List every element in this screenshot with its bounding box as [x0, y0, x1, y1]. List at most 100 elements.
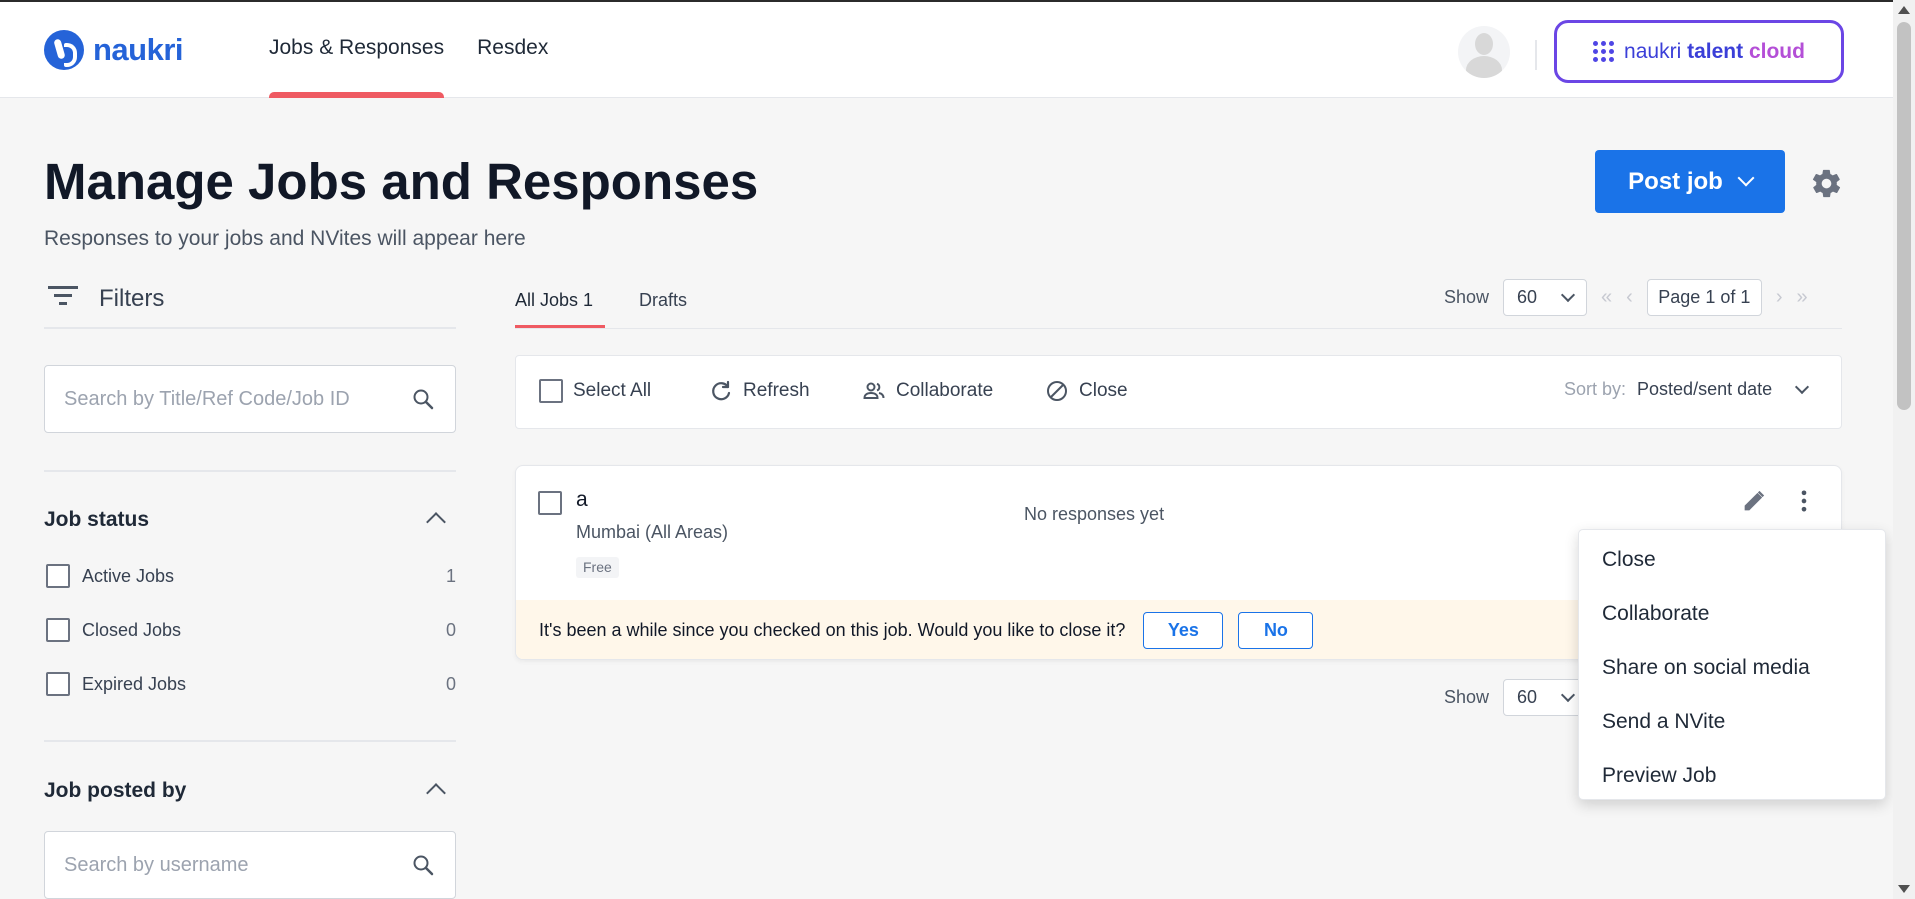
- job-search-placeholder: Search by Title/Ref Code/Job ID: [64, 387, 350, 410]
- main-nav: Jobs & Responses Resdex: [269, 36, 548, 98]
- select-all-label: Select All: [573, 380, 652, 401]
- last-page-icon[interactable]: »: [1797, 286, 1808, 309]
- first-page-icon[interactable]: «: [1601, 286, 1612, 309]
- status-label: Active Jobs: [82, 565, 175, 586]
- select-all-checkbox[interactable]: [539, 379, 563, 403]
- edit-pencil-icon[interactable]: [1740, 487, 1768, 515]
- more-vertical-icon[interactable]: [1790, 487, 1818, 515]
- job-status-title: Job status: [44, 508, 150, 531]
- user-avatar[interactable]: [1458, 26, 1510, 78]
- block-icon: [1047, 381, 1067, 401]
- status-count: 1: [445, 565, 456, 586]
- search-icon[interactable]: [411, 853, 435, 877]
- select-all-control[interactable]: Select All: [539, 379, 651, 403]
- filter-icon: [48, 285, 78, 308]
- checkbox[interactable]: [46, 618, 70, 642]
- vertical-scrollbar[interactable]: [1893, 0, 1915, 899]
- job-checkbox[interactable]: [538, 491, 562, 515]
- checkbox[interactable]: [46, 672, 70, 696]
- refresh-label: Refresh: [743, 380, 810, 401]
- chevron-up-icon[interactable]: [426, 783, 446, 803]
- collaborate-button[interactable]: Collaborate: [862, 379, 993, 403]
- nav-jobs-responses[interactable]: Jobs & Responses: [269, 36, 445, 98]
- menu-item-close[interactable]: Close: [1579, 544, 1885, 598]
- talent-cloud-cloud: cloud: [1748, 39, 1805, 63]
- page-indicator-text: Page 1 of 1: [1658, 287, 1751, 307]
- job-search-input[interactable]: Search by Title/Ref Code/Job ID: [44, 365, 456, 433]
- tab-divider: [515, 328, 1842, 329]
- menu-item-preview-job[interactable]: Preview Job: [1579, 760, 1885, 814]
- scroll-up-icon[interactable]: [1898, 6, 1910, 14]
- job-card-actions: [1740, 487, 1818, 515]
- naukri-logo[interactable]: naukri: [44, 30, 184, 70]
- tab-drafts[interactable]: Drafts: [639, 290, 687, 330]
- logo-text: naukri: [93, 32, 184, 67]
- next-page-icon[interactable]: ›: [1776, 286, 1783, 309]
- settings-gear-icon[interactable]: [1810, 167, 1843, 200]
- menu-item-collaborate[interactable]: Collaborate: [1579, 598, 1885, 652]
- talent-cloud-prefix: naukri: [1624, 39, 1682, 63]
- talent-cloud-button[interactable]: naukri talent cloud: [1554, 20, 1844, 83]
- people-icon: [863, 382, 885, 399]
- nav-resdex[interactable]: Resdex: [477, 36, 548, 60]
- filter-divider: [44, 740, 456, 742]
- chevron-down-icon: [1795, 379, 1810, 395]
- post-job-label: Post job: [1628, 167, 1723, 195]
- job-status-active[interactable]: Active Jobs 1: [46, 563, 456, 589]
- talent-cloud-talent: talent: [1687, 39, 1744, 63]
- scroll-thumb[interactable]: [1897, 22, 1911, 410]
- page-size-value: 60: [1517, 287, 1538, 307]
- sort-control[interactable]: Sort by: Posted/sent date: [1564, 379, 1810, 400]
- job-actions-toolbar: Select All Refresh Collaborate Close Sor…: [515, 355, 1842, 429]
- refresh-icon: [712, 380, 731, 401]
- job-status-expired[interactable]: Expired Jobs 0: [46, 671, 456, 697]
- chevron-down-icon: [1560, 287, 1576, 303]
- chevron-up-icon[interactable]: [426, 512, 446, 532]
- tab-all-jobs[interactable]: All Jobs 1: [515, 290, 606, 330]
- chevron-down-icon: [1737, 169, 1755, 186]
- no-button[interactable]: No: [1238, 611, 1314, 649]
- collaborate-label: Collaborate: [896, 380, 994, 401]
- job-actions-menu: Close Collaborate Share on social media …: [1578, 529, 1886, 800]
- show-label: Show: [1444, 687, 1490, 707]
- sort-value: Posted/sent date: [1637, 379, 1773, 399]
- close-job-prompt-text: It's been a while since you checked on t…: [539, 619, 1126, 640]
- job-status-closed[interactable]: Closed Jobs 0: [46, 617, 456, 643]
- bottom-pagination: Show 60: [1444, 679, 1588, 716]
- filters-label: Filters: [99, 284, 165, 312]
- close-label: Close: [1079, 380, 1128, 401]
- header-divider: [1535, 40, 1537, 70]
- job-responses-status: No responses yet: [1024, 504, 1165, 524]
- job-location: Mumbai (All Areas): [576, 522, 729, 542]
- yes-button[interactable]: Yes: [1143, 611, 1224, 649]
- page-size-select[interactable]: 60: [1503, 279, 1588, 316]
- apps-grid-icon: [1593, 41, 1615, 62]
- page-size-value: 60: [1517, 687, 1538, 707]
- show-label: Show: [1444, 287, 1490, 307]
- checkbox[interactable]: [46, 564, 70, 588]
- page-subtitle: Responses to your jobs and NVites will a…: [44, 227, 526, 250]
- post-job-button[interactable]: Post job: [1595, 150, 1785, 213]
- status-count: 0: [445, 673, 456, 694]
- job-posted-by-title: Job posted by: [44, 779, 187, 802]
- refresh-button[interactable]: Refresh: [709, 379, 810, 403]
- page-indicator: Page 1 of 1: [1646, 279, 1762, 316]
- talent-cloud-label: naukri talent cloud: [1624, 40, 1805, 64]
- username-search-placeholder: Search by username: [64, 853, 249, 876]
- search-icon[interactable]: [411, 387, 435, 411]
- previous-page-icon[interactable]: ‹: [1626, 286, 1633, 309]
- naukri-logo-icon: [44, 30, 84, 70]
- filter-divider: [44, 470, 456, 472]
- page-size-select[interactable]: 60: [1503, 679, 1588, 716]
- close-jobs-button[interactable]: Close: [1045, 379, 1128, 403]
- job-tabs: All Jobs 1 Drafts: [515, 290, 687, 330]
- status-count: 0: [445, 619, 456, 640]
- sort-label: Sort by:: [1564, 379, 1627, 399]
- menu-item-share-social[interactable]: Share on social media: [1579, 652, 1885, 706]
- scroll-down-icon[interactable]: [1898, 885, 1910, 893]
- status-label: Closed Jobs: [82, 619, 182, 640]
- job-title[interactable]: a: [576, 488, 588, 512]
- username-search-input[interactable]: Search by username: [44, 831, 456, 899]
- page-title: Manage Jobs and Responses: [44, 153, 759, 210]
- menu-item-send-nvite[interactable]: Send a NVite: [1579, 706, 1885, 760]
